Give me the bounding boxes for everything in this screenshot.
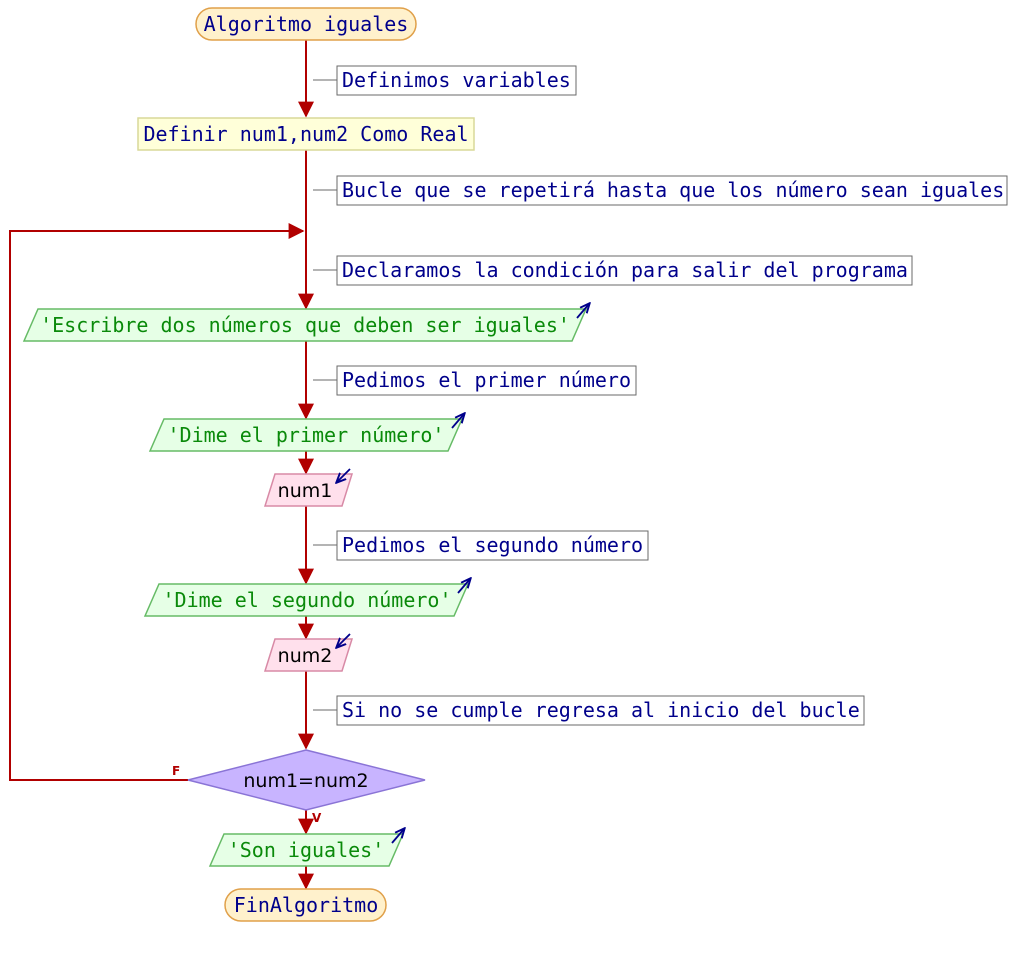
comment-condition: Declaramos la condición para salir del p… xyxy=(342,258,908,282)
input-num1-label: num1 xyxy=(278,480,333,502)
comment-loop: Bucle que se repetirá hasta que los núme… xyxy=(342,178,1004,202)
output-first: 'Dime el primer número' xyxy=(148,414,464,452)
input-num2-label: num2 xyxy=(278,645,333,667)
output-intro-label: 'Escribre dos números que deben ser igua… xyxy=(40,313,570,337)
comment-first: Pedimos el primer número xyxy=(342,368,631,392)
define-process-label: Definir num1,num2 Como Real xyxy=(143,122,468,146)
input-num2: num2 xyxy=(263,633,354,672)
input-num1: num1 xyxy=(263,468,354,507)
output-equal-label: 'Son iguales' xyxy=(228,838,385,862)
decision-false-label: F xyxy=(172,764,180,778)
output-second-label: 'Dime el segundo número' xyxy=(163,588,452,612)
start-terminal: Algoritmo iguales xyxy=(195,7,417,41)
comments xyxy=(313,65,1008,726)
decision-true-label: V xyxy=(312,811,322,825)
decision-label: num1=num2 xyxy=(243,770,368,792)
output-second: 'Dime el segundo número' xyxy=(143,579,470,617)
comment-variables: Definimos variables xyxy=(342,68,571,92)
flowchart: Definimos variables Bucle que se repetir… xyxy=(9,7,1008,922)
define-process: Definir num1,num2 Como Real xyxy=(137,117,475,151)
start-terminal-label: Algoritmo iguales xyxy=(204,12,409,36)
end-terminal: FinAlgoritmo xyxy=(224,888,387,922)
output-first-label: 'Dime el primer número' xyxy=(168,423,445,447)
comment-second: Pedimos el segundo número xyxy=(342,533,643,557)
end-terminal-label: FinAlgoritmo xyxy=(234,893,379,917)
comment-back: Si no se cumple regresa al inicio del bu… xyxy=(342,698,860,722)
output-intro: 'Escribre dos números que deben ser igua… xyxy=(22,304,589,342)
decision: num1=num2 F V xyxy=(172,749,426,825)
output-equal: 'Son iguales' xyxy=(208,829,404,867)
